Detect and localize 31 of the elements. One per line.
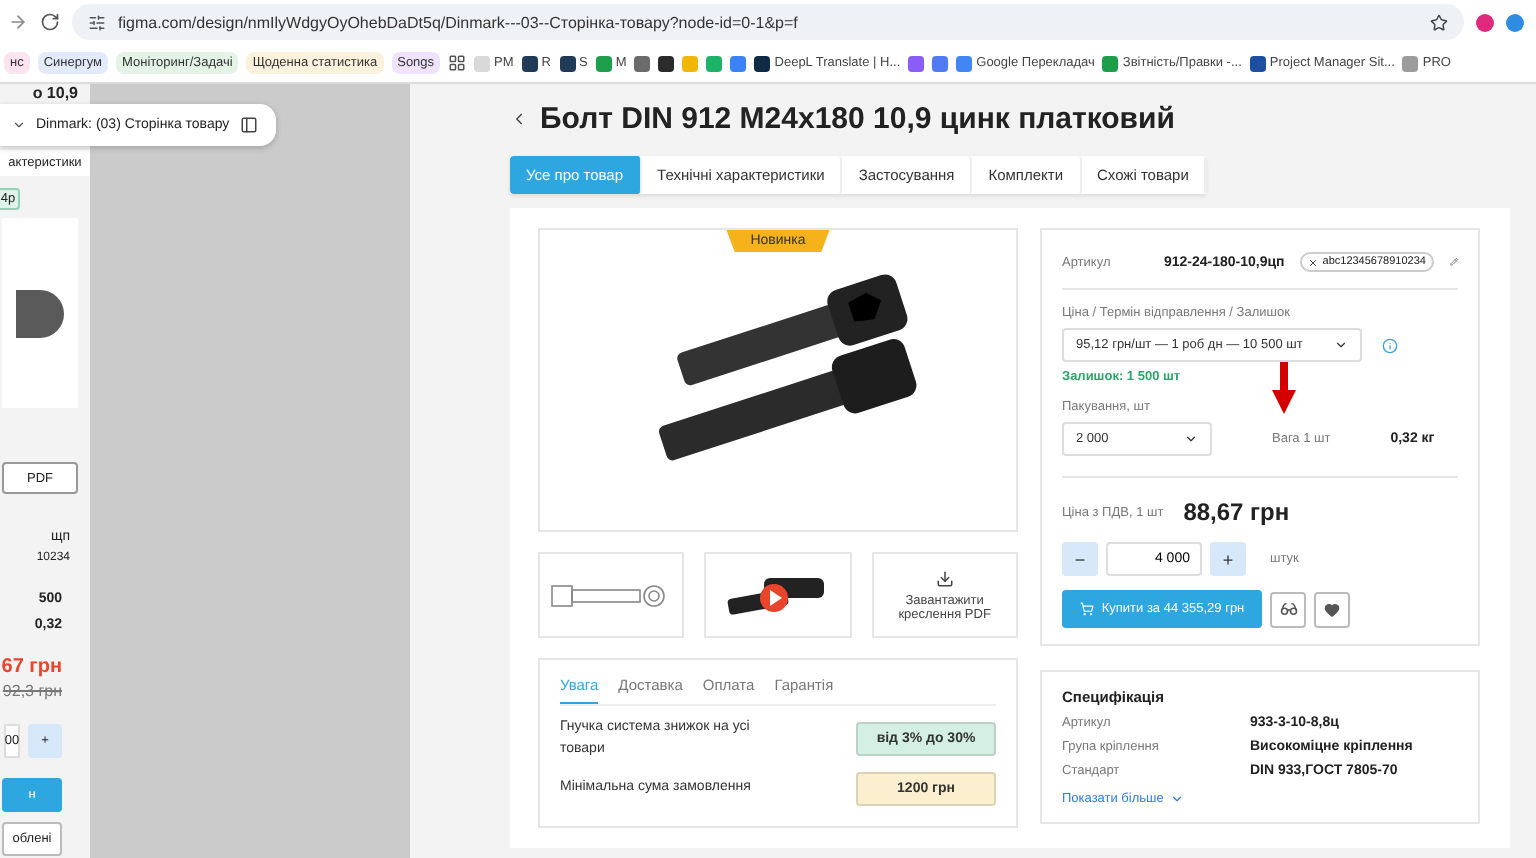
plus-button[interactable]: + (1210, 542, 1246, 576)
vat-price: 88,67 грн (1183, 498, 1290, 526)
page-title: Болт DIN 912 M24x180 10,9 цинк платковий (540, 101, 1175, 135)
old-price: 92,3 грн (2, 682, 64, 700)
favicon-icon[interactable] (658, 55, 675, 71)
price: 67 грн (1, 656, 64, 678)
caret-icon (1334, 338, 1348, 352)
thumbnail[interactable] (538, 552, 685, 638)
panel-icon[interactable] (239, 116, 258, 134)
site-settings-icon[interactable] (88, 13, 106, 31)
cart-icon (1079, 602, 1094, 616)
minus-button[interactable]: − (1062, 542, 1098, 576)
reload-icon[interactable] (40, 12, 60, 32)
back-icon[interactable] (510, 109, 528, 127)
glasses-icon (1279, 600, 1297, 618)
caret-icon (12, 118, 26, 132)
down-arrow-icon (1272, 362, 1296, 414)
thumbnail[interactable] (704, 552, 852, 638)
apps-icon[interactable] (448, 54, 467, 72)
favorite-button[interactable] (1314, 591, 1350, 627)
product-title: о 10,9 (32, 84, 80, 102)
compare-button[interactable] (1270, 591, 1306, 627)
forward-icon[interactable] (8, 12, 28, 32)
caret-icon (1169, 792, 1184, 806)
download-icon (935, 569, 954, 587)
bookmark-star-icon[interactable] (1430, 13, 1448, 31)
info-icon[interactable] (1382, 337, 1398, 353)
heart-icon (1324, 601, 1340, 617)
url-text: figma.com/design/nmIlyWdgyOyOhebDaDt5q/Dinmark---03--Сторінка-товару?node-id=0-1&p=f (118, 13, 800, 31)
address-bar[interactable]: figma.com/design/nmIlyWdgyOyOhebDaDt5q/Dinmark---03--Сторінка-товару?node-id=0-1&p=f (72, 4, 1464, 40)
caret-icon (1184, 432, 1198, 446)
